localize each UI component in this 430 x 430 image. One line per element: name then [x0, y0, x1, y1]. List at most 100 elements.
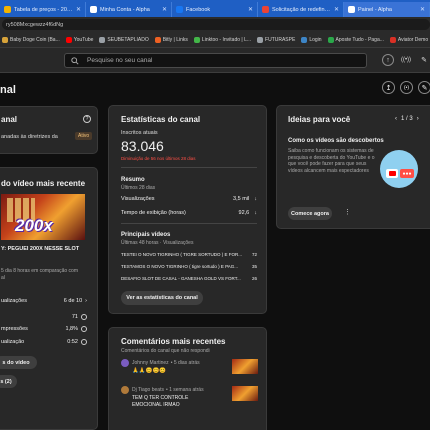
bookmark-item[interactable]: FUTURASPE — [257, 36, 296, 43]
arrow-down-icon: ↓ — [254, 196, 257, 202]
top-video-title: TESTEI O NOVO TIGRINHO ( TIGRE SORTUDO )… — [121, 252, 243, 257]
facebook-icon — [176, 6, 183, 13]
stat-row: 71 — [1, 314, 87, 320]
comment-text: 🙏🙏😊😊😊 — [132, 368, 167, 374]
comment-video-thumbnail — [232, 386, 258, 401]
live-button[interactable]: (•) — [400, 81, 413, 94]
browser-tab-active[interactable]: Painel - Alpha ✕ — [344, 2, 430, 17]
top-video-value: 35 — [251, 264, 257, 269]
bookmark-item[interactable]: Login — [301, 36, 322, 43]
more-options-icon[interactable]: ⋮ — [344, 208, 351, 216]
tab-label: Painel - Alpha — [358, 6, 392, 13]
close-icon[interactable]: ✕ — [162, 6, 167, 13]
help-icon[interactable]: ? — [83, 115, 91, 123]
stat-label: ualização — [1, 339, 25, 345]
bookmark-item[interactable]: Aposte Tudo - Paga... — [327, 36, 384, 43]
close-icon[interactable]: ✕ — [76, 6, 81, 13]
bookmark-label: Aposte Tudo - Paga... — [335, 36, 384, 43]
search-bar[interactable]: Pesquise no seu canal — [64, 53, 367, 68]
bookmark-item[interactable]: SEUBETAPLIADO — [99, 36, 149, 43]
bookmark-item[interactable]: YouTube — [65, 36, 93, 43]
channel-analytics-button[interactable]: Ver as estatísticas do canal — [121, 291, 203, 305]
top-videos-title: Principais vídeos — [121, 232, 171, 238]
stat-value: 0:52 — [67, 339, 78, 345]
upload-icon: ↥ — [385, 84, 392, 92]
chevron-left-icon[interactable]: ‹ — [395, 116, 397, 122]
top-video-value: 26 — [251, 276, 257, 281]
tab-favicon-icon — [4, 6, 11, 13]
video-analytics-button[interactable]: s do vídeo — [0, 356, 37, 369]
live-icon[interactable]: ((•)) — [400, 54, 412, 66]
live-icon: (•) — [403, 84, 410, 91]
recent-video-card: do vídeo mais recente 200x Y: PEGUEI 200… — [0, 167, 98, 430]
stat-row: mpressões 1,8% — [1, 326, 87, 332]
browser-tab[interactable]: Solicitação de redefiniçã... ✕ — [258, 2, 344, 17]
close-icon[interactable]: ✕ — [420, 6, 425, 13]
bookmark-item[interactable]: Aviator Demo — [389, 36, 429, 43]
status-ok-icon — [81, 314, 87, 320]
channel-analytics-card: Estatísticas do canal Inscritos atuais 8… — [108, 105, 267, 314]
bookmarks-bar: Baby Doge Coin (Ba... YouTube SEUBETAPLI… — [0, 32, 430, 48]
top-video-title: DESAFIO SLOT DE CASAL - GANESHA GOLD VS … — [121, 276, 241, 281]
tab-favicon-icon — [348, 6, 355, 13]
summary-row: Tempo de exibição (horas) 92,6 ↓ — [121, 210, 257, 216]
avatar — [121, 359, 129, 367]
bookmark-label: Bitly | Links — [162, 36, 188, 43]
tab-label: Minha Conta - Alpha — [100, 6, 150, 13]
arrow-down-icon: ↓ — [254, 210, 257, 216]
bookmark-icon — [2, 36, 8, 43]
page-title: nal — [0, 84, 16, 96]
bookmark-label: Login — [309, 36, 322, 43]
video-title[interactable]: Y: PEGUEI 200X NESSE SLOT — [1, 246, 79, 252]
create-icon[interactable]: ✎ — [418, 54, 430, 66]
bookmark-icon — [327, 36, 334, 43]
idea-title: Como os vídeos são descobertos — [288, 138, 384, 144]
avatar — [121, 386, 129, 394]
comment-time: • 1 semana atrás — [165, 387, 204, 393]
top-video-row[interactable]: DESAFIO SLOT DE CASAL - GANESHA GOLD VS … — [121, 276, 257, 281]
youtube-icon — [65, 36, 72, 43]
divider — [121, 167, 257, 168]
upload-icon[interactable]: ↑ — [382, 54, 394, 66]
bookmark-icon — [154, 36, 161, 43]
comment-item[interactable]: Dj Tiago beats • 1 semana atrás TEM Q TE… — [121, 386, 261, 414]
card-title: Estatísticas do canal — [121, 115, 201, 124]
compare-text: 5 dia 8 horas em comparação com — [1, 268, 78, 274]
browser-tab[interactable]: Facebook ✕ — [172, 2, 258, 17]
bookmark-item[interactable]: Bitly | Links — [154, 36, 188, 43]
comment-time: • 5 dias atrás — [170, 360, 200, 366]
top-video-row[interactable]: TESTEI O NOVO TIGRINHO ( TIGRE SORTUDO )… — [121, 252, 257, 257]
summary-label: Visualizações — [121, 196, 155, 202]
upload-button[interactable]: ↥ — [382, 81, 395, 94]
studio-header: Pesquise no seu canal ↑ ((•)) ✎ — [0, 48, 430, 73]
bookmark-item[interactable]: Linktoo - Invitado | L... — [193, 36, 251, 43]
bookmark-icon — [257, 36, 264, 43]
tab-label: Solicitação de redefiniçã... — [272, 6, 331, 13]
video-player-icon — [386, 169, 398, 178]
url-field[interactable]: ry508Mxcgewzz4f6dNg — [2, 19, 430, 30]
bookmark-label: FUTURASPE — [265, 36, 296, 43]
chevron-right-icon[interactable]: › — [85, 298, 87, 304]
idea-text: Saiba como funcionam os sistemas de pesq… — [288, 148, 375, 174]
bookmark-item[interactable]: Baby Doge Coin (Ba... — [2, 36, 60, 43]
browser-tab[interactable]: Minha Conta - Alpha ✕ — [86, 2, 172, 17]
get-started-button[interactable]: Comece agora — [288, 207, 332, 220]
video-thumbnail[interactable]: 200x — [1, 194, 85, 240]
thumb-text: 200x — [15, 216, 53, 235]
close-icon[interactable]: ✕ — [248, 6, 253, 13]
close-icon[interactable]: ✕ — [334, 6, 339, 13]
top-video-row[interactable]: TESTAMOS O NOVO TIGRINHO ( tigre sortudo… — [121, 264, 257, 269]
search-input[interactable]: Pesquise no seu canal — [87, 57, 152, 64]
create-button[interactable]: ✎ — [418, 81, 430, 94]
browser-tab[interactable]: Tabela de preços - 20º S... ✕ — [0, 2, 86, 17]
chevron-right-icon[interactable]: › — [417, 116, 419, 122]
comments-button[interactable]: s (2) — [0, 375, 17, 388]
summary-sub: Últimos 28 dias — [121, 185, 156, 191]
top-video-title: TESTAMOS O NOVO TIGRINHO ( tigre sortudo… — [121, 264, 239, 269]
bookmark-icon — [193, 36, 200, 43]
comment-text: TEM Q TER CONTROLE EMOCIONAL IRMAO — [132, 395, 189, 408]
address-bar: ry508Mxcgewzz4f6dNg — [0, 17, 430, 32]
bookmark-label: Aviator Demo — [397, 36, 429, 43]
comment-item[interactable]: Johnny Martinez • 5 dias atrás 🙏🙏😊😊😊 — [121, 359, 261, 381]
comment-author: Dj Tiago beats — [132, 387, 164, 393]
